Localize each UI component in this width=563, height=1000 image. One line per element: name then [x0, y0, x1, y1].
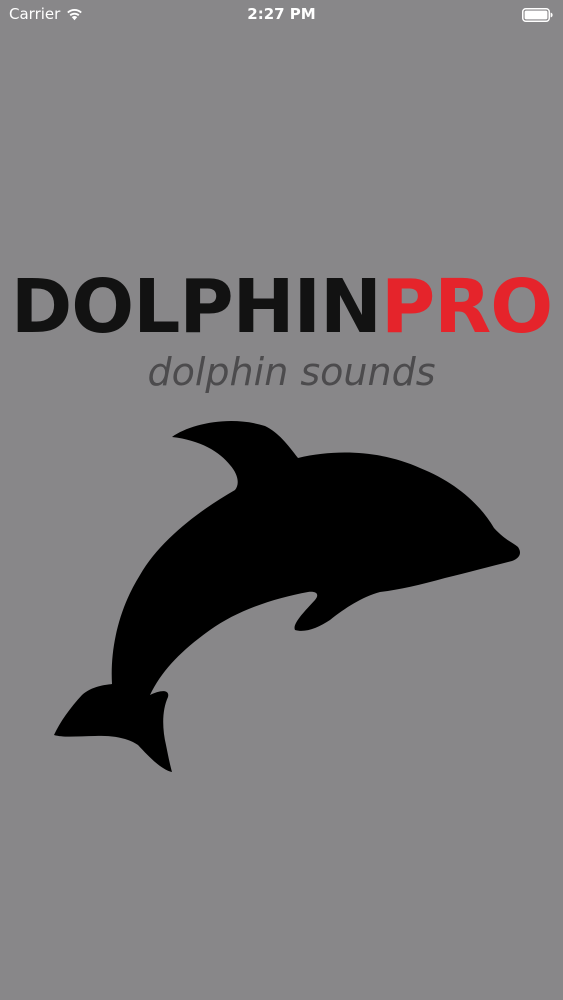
app-title-main: DOLPHIN: [10, 264, 382, 350]
status-bar: Carrier 2:27 PM: [0, 0, 563, 30]
app-title-accent: PRO: [381, 264, 553, 350]
app-subtitle: dolphin sounds: [147, 350, 436, 394]
battery-full-icon: [522, 8, 553, 22]
app-title: DOLPHINPRO: [0, 266, 563, 348]
status-time: 2:27 PM: [247, 5, 316, 23]
dolphin-silhouette-icon: [54, 421, 520, 772]
